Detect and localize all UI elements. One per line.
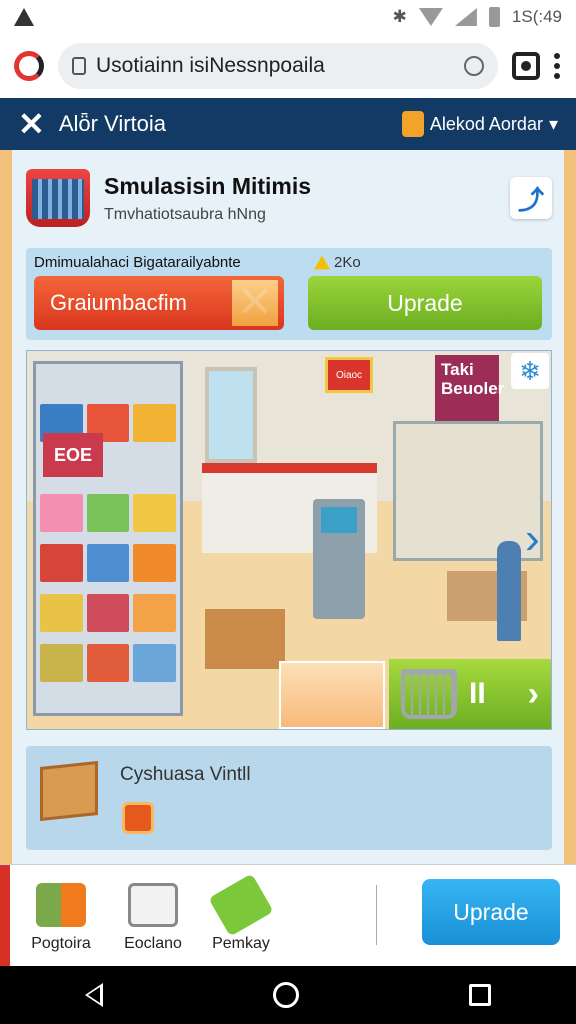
app-title: Alȫr Virtoia [58,111,167,136]
page-subtitle: Tmvhatiotsaubra hNng [104,205,266,223]
system-nav-bar [0,966,576,1024]
dock-item-produce[interactable]: Pogtoira [16,883,106,953]
browser-logo-icon[interactable] [14,51,44,81]
action-card: Dmimualahaci Bigatarailyabnte 2Ko Graium… [26,248,552,340]
shelf-row [40,494,177,532]
dock-upgrade-label: Uprade [453,898,529,925]
status-icons: ✱ 1S(:49 [393,7,562,27]
account-label: Alekod Aordar [429,113,543,134]
warning-icon [314,255,330,270]
bag-icon [401,111,424,137]
close-icon[interactable]: ✕ [18,105,45,143]
left-shelf [33,361,183,716]
bluetooth-icon: ✱ [392,7,407,26]
title-card: Smulasisin Mitimis Tmvhatiotsaubra hNng … [26,158,552,238]
info-title: Cyshuasa Vintll [120,764,251,785]
pause-icon[interactable]: II [469,677,486,711]
cancel-button[interactable]: Graiumbacfim ✕ [34,276,284,330]
x-icon: ✕ [232,280,278,326]
dock-item-label: Pogtoira [31,935,91,952]
right-edge-decor [564,150,576,864]
notification-icon [14,8,34,26]
shopping-cart-icon [401,669,457,719]
dock-item-card[interactable]: Eoclano [108,883,198,953]
url-text[interactable]: Usotiainn isiNessnpoaila [96,54,454,78]
upgrade-button[interactable]: Uprade [308,276,542,330]
warning-text: 2Ko [334,254,361,271]
status-bar: ✱ 1S(:49 [0,0,576,34]
dock-upgrade-button[interactable]: Uprade [422,879,560,945]
dock-item-spray[interactable]: Pemkay [196,873,286,953]
account-menu[interactable]: Alekod Aordar ▾ [401,111,558,137]
tabs-button[interactable] [512,52,540,80]
recent-apps-icon[interactable] [469,984,491,1006]
next-icon[interactable]: › [528,675,539,714]
shelf-box-label: EOE [43,433,103,477]
dock-item-label: Eoclano [124,935,182,952]
clock: 1S(:49 [511,7,562,26]
back-door [205,367,257,463]
wifi-icon [418,8,443,26]
signal-icon [454,8,477,26]
snowflake-icon[interactable]: ❄ [511,353,549,389]
atm-kiosk [313,499,365,619]
back-icon[interactable] [85,983,103,1007]
battery-icon [488,7,500,27]
chevron-right-icon[interactable]: › [525,511,549,567]
home-icon[interactable] [273,982,299,1008]
upgrade-button-label: Uprade [387,289,463,316]
cashier-figure [497,541,521,641]
spray-icon [208,873,274,937]
shelf-row [40,544,177,582]
chevron-down-icon: ▾ [548,113,558,134]
browser-toolbar: Usotiainn isiNessnpoaila [0,34,576,98]
dock-item-label: Pemkay [212,935,270,952]
small-sign: Oiaoc [325,357,373,393]
cancel-button-label: Graiumbacfim [50,290,187,315]
share-button[interactable]: ⤴ [510,177,552,219]
right-shelf [393,421,543,561]
info-card[interactable]: Cyshuasa Vintll [26,746,552,850]
computer-desk [205,609,285,669]
page-title: Smulasisin Mitimis [104,172,312,199]
action-caption: Dmimualahaci Bigatarailyabnte [34,254,241,271]
produce-icon [36,883,86,927]
dock-edge [0,865,10,967]
search-icon[interactable] [464,56,484,76]
empty-tile[interactable] [279,661,385,729]
sale-sign: Taki Beuoler [435,355,504,421]
bottom-dock: Pogtoira Eoclano Pemkay Uprade [0,864,576,967]
left-edge-decor [0,150,12,864]
warning-badge: 2Ko [314,254,361,271]
shelf-row [40,644,177,682]
card-icon [128,883,178,927]
page-icon [72,57,86,75]
badge-icon [122,802,154,834]
shelf-row [40,594,177,632]
overflow-menu-button[interactable] [554,53,562,79]
crate-icon [40,760,98,822]
dock-divider [376,885,377,945]
app-header: ✕ Alȫr Virtoia Alekod Aordar ▾ [0,98,576,150]
store-scene[interactable]: EOE Oiaoc Taki Beuoler ❄ › II › [26,350,552,730]
basket-icon [26,169,90,227]
cart-tile[interactable]: II › [389,659,551,729]
address-bar[interactable]: Usotiainn isiNessnpoaila [58,43,498,89]
